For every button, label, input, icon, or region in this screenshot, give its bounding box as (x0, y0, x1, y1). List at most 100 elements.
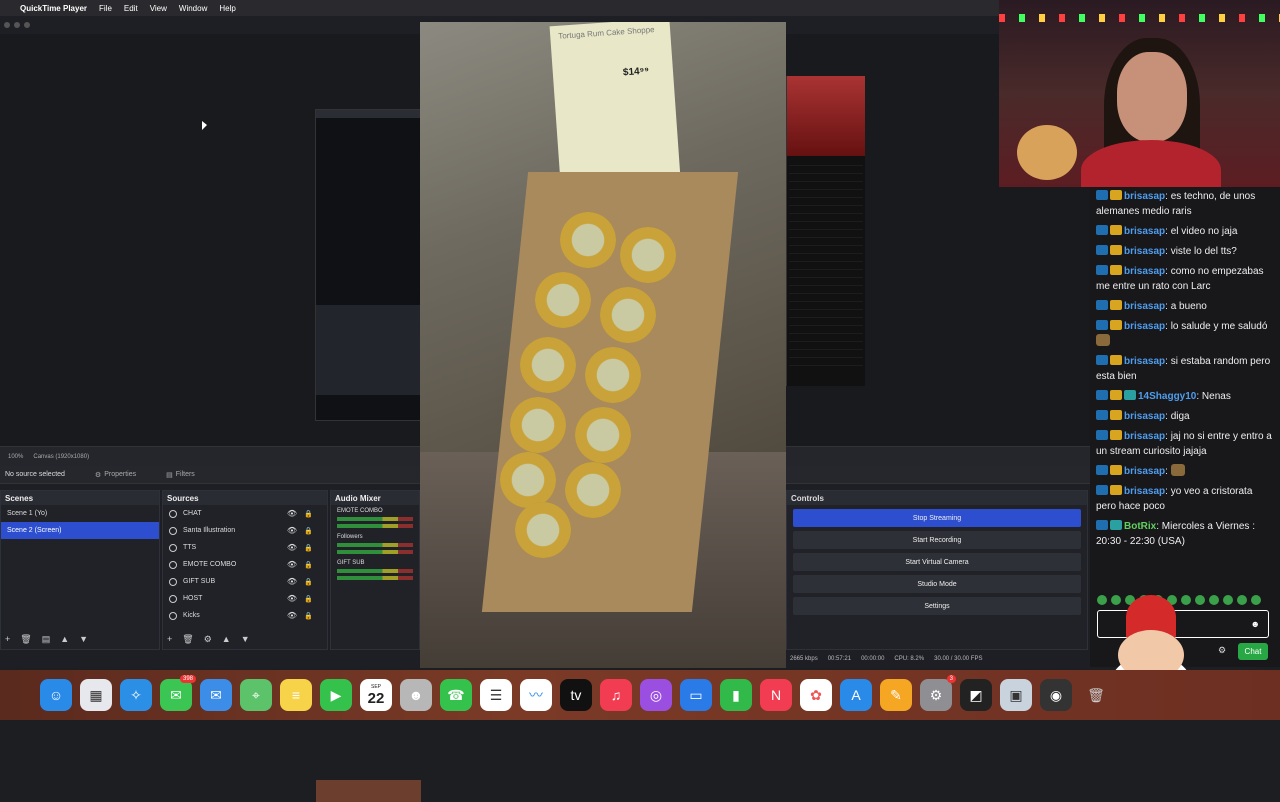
system-settings-icon[interactable]: ⚙ 3 (920, 675, 956, 711)
trash-icon[interactable]: 🗑 (20, 634, 31, 645)
eye-icon[interactable]: 👁 (287, 543, 297, 552)
emote-icon[interactable] (1251, 595, 1261, 605)
music-icon[interactable]: ♫ (600, 679, 632, 711)
source-icon (169, 509, 177, 518)
cpu-usage: CPU: 8.2% (894, 656, 925, 662)
mini-webcam (787, 76, 865, 156)
eye-icon[interactable]: 👁 (287, 594, 297, 603)
volume-meter[interactable] (337, 517, 413, 521)
chat-message: brisasap: jaj no si entre y entro a un s… (1096, 430, 1272, 457)
stop-streaming-button[interactable]: Stop Streaming (793, 509, 1081, 527)
freeform-icon[interactable]: 〰 (520, 679, 552, 711)
add-icon[interactable]: + (5, 634, 10, 645)
keynote-icon[interactable]: ▭ (680, 679, 712, 711)
pages-icon[interactable]: ✎ (880, 679, 912, 711)
news-icon[interactable]: N (760, 679, 792, 711)
close-window-button[interactable] (4, 22, 10, 28)
volume-meter[interactable] (337, 524, 413, 528)
finder-icon[interactable]: ☺ (40, 679, 72, 711)
tv-icon[interactable]: tv (560, 679, 592, 711)
menu-edit[interactable]: Edit (124, 4, 138, 13)
eye-icon[interactable]: 👁 (287, 577, 297, 586)
source-item[interactable]: GIFT SUB 👁 🔒 (163, 573, 327, 590)
mail-icon[interactable]: ✉ (200, 679, 232, 711)
lock-icon[interactable]: 🔒 (304, 510, 313, 518)
lock-icon[interactable]: 🔒 (304, 561, 313, 569)
properties-button[interactable]: ⚙ Properties (95, 471, 136, 479)
zoom-window-button[interactable] (24, 22, 30, 28)
eye-icon[interactable]: 👁 (287, 509, 297, 518)
volume-meter[interactable] (337, 543, 413, 547)
launchpad-icon[interactable]: ▦ (80, 679, 112, 711)
menu-app-name[interactable]: QuickTime Player (20, 4, 87, 13)
trash-icon[interactable]: 🗑 (182, 634, 193, 645)
webcam-feed (999, 0, 1280, 187)
volume-meter[interactable] (337, 550, 413, 554)
start-recording-button[interactable]: Start Recording (793, 531, 1081, 549)
canvas-size[interactable]: Canvas (1920x1080) (33, 454, 89, 460)
numbers-icon[interactable]: ▮ (720, 679, 752, 711)
reminders-icon[interactable]: ☰ (480, 679, 512, 711)
lock-icon[interactable]: 🔒 (304, 612, 313, 620)
start-virtual-camera-button[interactable]: Start Virtual Camera (793, 553, 1081, 571)
quicktime-video[interactable]: Tortuga Rum Cake Shoppe $14⁹⁹ (420, 22, 786, 668)
lock-icon[interactable]: 🔒 (304, 527, 313, 535)
lock-icon[interactable]: 🔒 (304, 544, 313, 552)
podcasts-icon[interactable]: ◎ (640, 679, 672, 711)
source-item[interactable]: Kicks 👁 🔒 (163, 607, 327, 624)
facetime-icon[interactable]: ▶ (320, 679, 352, 711)
gear-icon[interactable]: ⚙ (1218, 645, 1226, 656)
scene-item[interactable]: Scene 1 (Yo) (1, 505, 159, 522)
source-item[interactable]: EMOTE COMBO 👁 🔒 (163, 556, 327, 573)
chat-send-button[interactable]: Chat (1238, 643, 1268, 660)
volume-meter[interactable] (337, 576, 413, 580)
source-item[interactable]: HOST 👁 🔒 (163, 590, 327, 607)
emote-icon[interactable] (1223, 595, 1233, 605)
up-icon[interactable]: ▲ (222, 634, 231, 645)
maps-icon[interactable]: ⌖ (240, 679, 272, 711)
up-icon[interactable]: ▲ (60, 634, 69, 645)
down-icon[interactable]: ▼ (79, 634, 88, 645)
app-store-icon[interactable]: A (840, 679, 872, 711)
source-item[interactable]: Santa Illustration 👁 🔒 (163, 522, 327, 539)
settings-button[interactable]: Settings (793, 597, 1081, 615)
messages-icon[interactable]: ✉ 398 (160, 675, 196, 711)
safari-icon[interactable]: ✧ (120, 679, 152, 711)
volume-meter[interactable] (337, 569, 413, 573)
rum-cake (520, 337, 576, 393)
rum-cake (565, 462, 621, 518)
trash-icon[interactable]: 🗑 (1080, 679, 1112, 711)
chat-message: BotRix: Miercoles a Viernes : 20:30 - 22… (1096, 520, 1255, 547)
eye-icon[interactable]: 👁 (287, 611, 297, 620)
eye-icon[interactable]: 👁 (287, 526, 297, 535)
zoom-level[interactable]: 100% (8, 454, 23, 460)
calendar-icon[interactable]: SEP 22 (360, 679, 392, 711)
source-item[interactable]: CHAT 👁 🔒 (163, 505, 327, 522)
down-icon[interactable]: ▼ (241, 634, 250, 645)
phone-icon[interactable]: ☎ (440, 679, 472, 711)
menu-help[interactable]: Help (219, 4, 235, 13)
notes-icon[interactable]: ≡ (280, 679, 312, 711)
studio-mode-button[interactable]: Studio Mode (793, 575, 1081, 593)
filter-icon[interactable]: ▤ (42, 634, 51, 645)
emote-icon[interactable] (1237, 595, 1247, 605)
photos-icon[interactable]: ✿ (800, 679, 832, 711)
preview-icon[interactable]: ▣ (1000, 679, 1032, 711)
lock-icon[interactable]: 🔒 (304, 595, 313, 603)
lock-icon[interactable]: 🔒 (304, 578, 313, 586)
menu-window[interactable]: Window (179, 4, 207, 13)
contacts-icon[interactable]: ☻ (400, 679, 432, 711)
menu-view[interactable]: View (150, 4, 167, 13)
rum-cake (620, 227, 676, 283)
emoji-icon[interactable]: ☻ (1251, 619, 1260, 629)
source-item[interactable]: TTS 👁 🔒 (163, 539, 327, 556)
eye-icon[interactable]: 👁 (287, 560, 297, 569)
obs-icon[interactable]: ◉ (1040, 679, 1072, 711)
add-icon[interactable]: + (167, 634, 172, 645)
filters-button[interactable]: ▤ Filters (166, 471, 195, 479)
gear-icon[interactable]: ⚙ (204, 634, 212, 645)
scene-item-selected[interactable]: Scene 2 (Screen) (1, 522, 159, 539)
menu-file[interactable]: File (99, 4, 112, 13)
minimize-window-button[interactable] (14, 22, 20, 28)
roblox-icon[interactable]: ◩ (960, 679, 992, 711)
